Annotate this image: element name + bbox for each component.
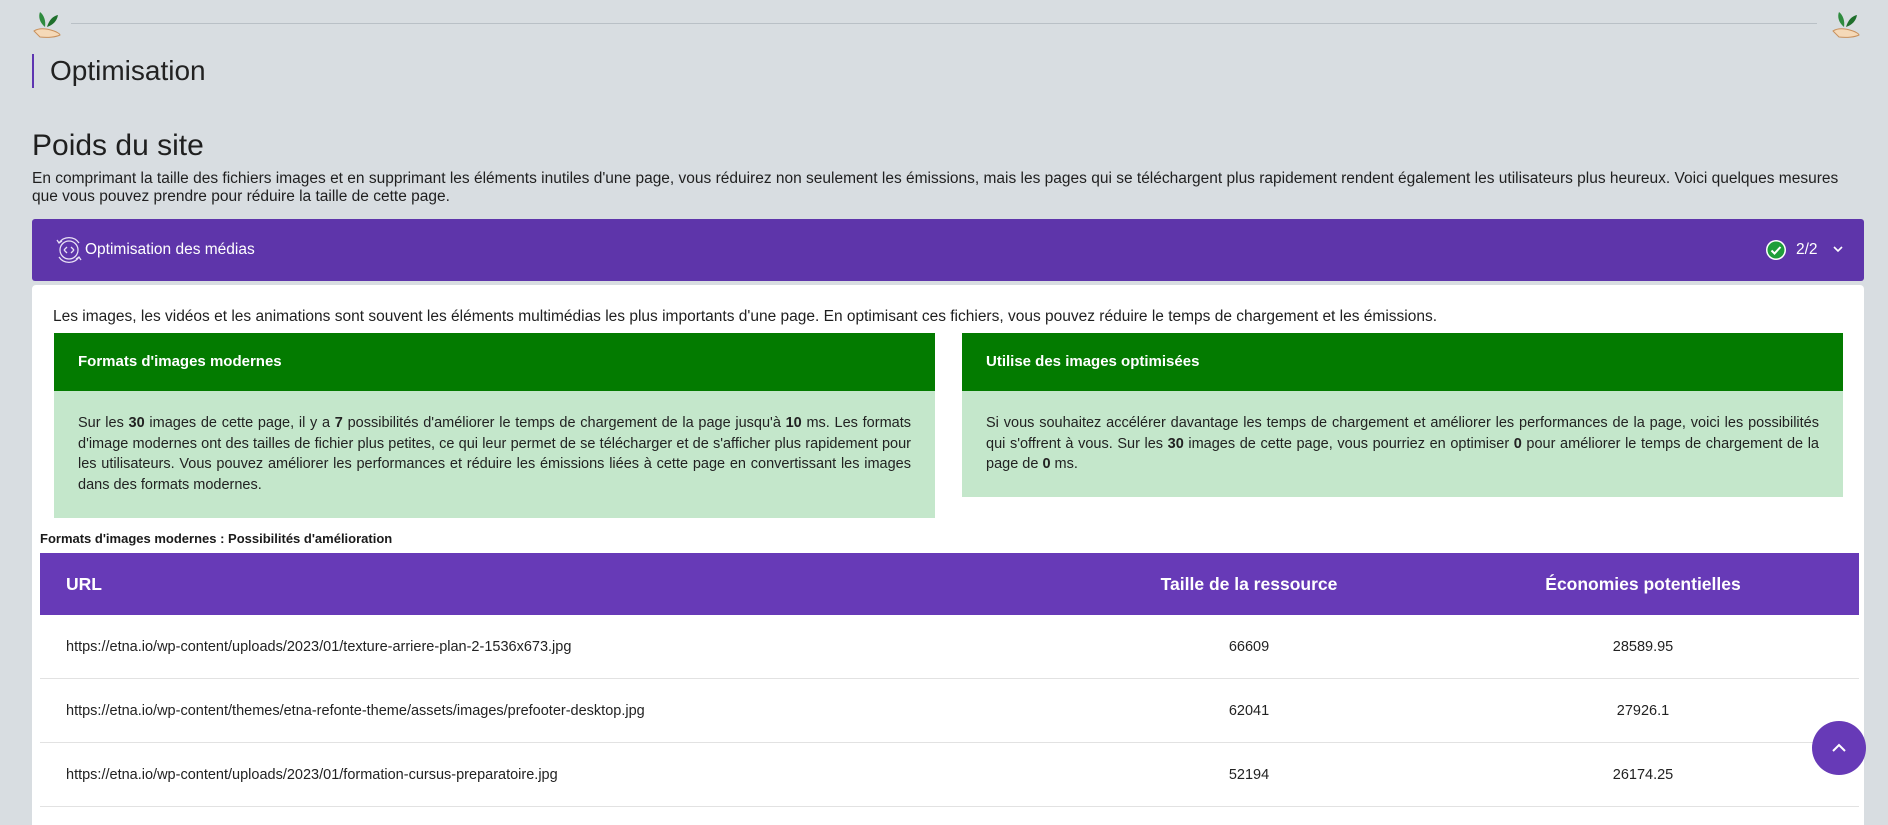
card-title: Utilise des images optimisées xyxy=(962,333,1843,391)
cell-url: https://etna.io/wp-content/themes/etna-r… xyxy=(40,678,1071,743)
leaf-hand-icon xyxy=(33,12,61,38)
page-title: Optimisation xyxy=(32,54,206,88)
leaf-hand-icon xyxy=(1832,12,1860,38)
ms-value: 10 xyxy=(785,415,802,431)
modern-formats-card: Formats d'images modernes Sur les 30 ima… xyxy=(54,333,935,518)
images-count: 30 xyxy=(128,415,145,431)
column-header-url: URL xyxy=(40,553,1071,615)
card-text-part: images de cette page, vous pourriez en o… xyxy=(1183,435,1514,452)
cell-savings: 28589.95 xyxy=(1427,615,1859,679)
top-divider xyxy=(71,23,1817,24)
improvement-table: URL Taille de la ressource Économies pot… xyxy=(40,553,1859,807)
ms-value: 0 xyxy=(1042,456,1051,472)
section-description: En comprimant la taille des fichiers ima… xyxy=(32,170,1839,205)
media-optimization-accordion-header[interactable]: Optimisation des médias 2/2 xyxy=(32,219,1864,281)
check-circle-icon xyxy=(1766,240,1786,260)
column-header-size: Taille de la ressource xyxy=(1071,553,1427,615)
optimizable-count: 0 xyxy=(1513,435,1522,452)
accordion-title: Optimisation des médias xyxy=(85,241,255,258)
card-text-part: images de cette page, il y a xyxy=(144,415,335,431)
media-optimization-icon xyxy=(56,237,82,263)
cell-url: https://etna.io/wp-content/uploads/2023/… xyxy=(40,742,1071,807)
cell-size: 62041 xyxy=(1071,678,1427,743)
accordion-body: Les images, les vidéos et les animations… xyxy=(32,285,1864,825)
card-text-part: Sur les xyxy=(78,415,129,431)
card-text: Sur les 30 images de cette page, il y a … xyxy=(54,391,935,495)
cell-savings: 26174.25 xyxy=(1427,742,1859,807)
images-count: 30 xyxy=(1167,435,1184,452)
cell-savings: 27926.1 xyxy=(1427,678,1859,743)
cell-url: https://etna.io/wp-content/uploads/2023/… xyxy=(40,615,1071,679)
card-text-part: ms. xyxy=(1050,456,1078,472)
possibilities-count: 7 xyxy=(334,415,343,431)
chevron-down-icon[interactable] xyxy=(1832,244,1844,254)
table-caption: Formats d'images modernes : Possibilités… xyxy=(40,531,393,546)
cell-size: 52194 xyxy=(1071,742,1427,807)
card-title: Formats d'images modernes xyxy=(54,333,935,391)
accordion-intro: Les images, les vidéos et les animations… xyxy=(53,308,1438,325)
card-text: Si vous souhaitez accélérer davantage le… xyxy=(962,391,1843,475)
scroll-to-top-button[interactable] xyxy=(1812,721,1866,775)
cell-size: 66609 xyxy=(1071,615,1427,679)
optimized-images-card: Utilise des images optimisées Si vous so… xyxy=(962,333,1843,497)
table-row: https://etna.io/wp-content/uploads/2023/… xyxy=(40,742,1859,807)
table-row: https://etna.io/wp-content/uploads/2023/… xyxy=(40,615,1859,679)
card-text-part: possibilités d'améliorer le temps de cha… xyxy=(342,415,786,431)
table-header-row: URL Taille de la ressource Économies pot… xyxy=(40,553,1859,615)
section-title: Poids du site xyxy=(32,129,204,162)
column-header-savings: Économies potentielles xyxy=(1427,553,1859,615)
status-count: 2/2 xyxy=(1796,241,1818,258)
chevron-up-icon xyxy=(1832,743,1846,752)
table-row: https://etna.io/wp-content/themes/etna-r… xyxy=(40,678,1859,743)
